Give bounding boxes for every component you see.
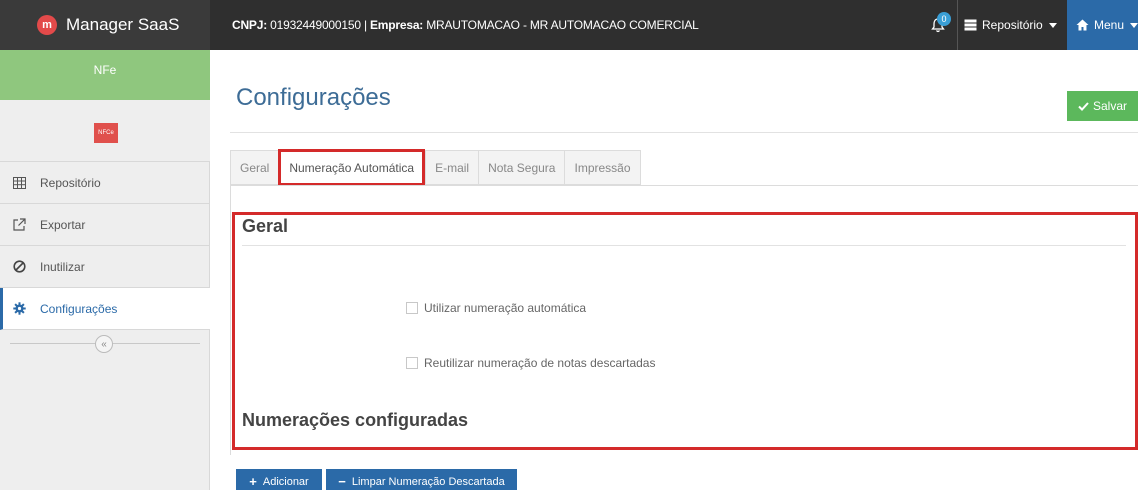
- sidebar-collapse-row: «: [0, 332, 210, 356]
- repository-dropdown-label: Repositório: [982, 18, 1043, 32]
- save-button-label: Salvar: [1092, 99, 1127, 113]
- clear-discarded-button[interactable]: − Limpar Numeração Descartada: [326, 469, 517, 490]
- brand[interactable]: m Manager SaaS: [0, 0, 210, 50]
- sidebar-item-repositorio[interactable]: Repositório: [0, 162, 210, 204]
- auto-numbering-label: Utilizar numeração automática: [424, 301, 587, 315]
- cnpj-label: CNPJ:: [232, 18, 268, 32]
- brand-name: Manager SaaS: [66, 15, 180, 34]
- menu-button-label: Menu: [1093, 18, 1124, 32]
- reuse-numbering-label: Reutilizar numeração de notas descartada…: [424, 356, 656, 370]
- sidebar: NFe NFCe Repositório Exportar Inutilizar…: [0, 50, 218, 490]
- brand-logo-icon: m: [37, 15, 57, 35]
- tab-numeracao-automatica[interactable]: Numeração Automática: [278, 149, 426, 186]
- notifications-button[interactable]: [920, 0, 955, 50]
- plus-icon: +: [249, 474, 257, 489]
- tab-nota-segura[interactable]: Nota Segura: [478, 150, 565, 185]
- add-button[interactable]: + Adicionar: [236, 469, 322, 490]
- nfe-tab[interactable]: NFe: [0, 50, 210, 100]
- settings-tabs: Geral Numeração Automática E-mail Nota S…: [230, 149, 641, 186]
- section-title-geral: Geral: [242, 216, 289, 236]
- sidebar-item-configuracoes[interactable]: Configurações: [0, 288, 218, 330]
- sidebar-item-label: Exportar: [40, 217, 86, 232]
- caret-down-icon: [1048, 22, 1057, 28]
- gear-icon: [12, 302, 26, 316]
- title-divider: [230, 132, 1138, 133]
- home-icon: [1076, 19, 1089, 31]
- caret-down-icon: [1130, 22, 1138, 28]
- double-chevron-left-icon: «: [101, 338, 107, 350]
- cnpj-value: 01932449000150: [270, 18, 361, 32]
- save-button[interactable]: Salvar: [1067, 91, 1138, 121]
- notification-count-badge: 0: [937, 12, 951, 26]
- auto-numbering-checkbox[interactable]: [406, 302, 418, 314]
- sidebar-item-inutilizar[interactable]: Inutilizar: [0, 246, 210, 288]
- nfce-button[interactable]: NFCe: [94, 123, 118, 143]
- page-title: Configurações: [236, 84, 391, 111]
- repository-dropdown[interactable]: Repositório: [958, 0, 1063, 50]
- clear-discarded-label: Limpar Numeração Descartada: [351, 475, 505, 488]
- empresa-value: MRAUTOMACAO - MR AUTOMACAO COMERCIAL: [426, 18, 699, 32]
- auto-numbering-option[interactable]: Utilizar numeração automática: [406, 301, 586, 315]
- reuse-numbering-checkbox[interactable]: [406, 357, 418, 369]
- sidebar-item-exportar[interactable]: Exportar: [0, 204, 210, 246]
- menu-button[interactable]: Menu: [1067, 0, 1138, 50]
- nfce-section: NFCe: [0, 100, 210, 162]
- tab-geral[interactable]: Geral: [230, 150, 279, 185]
- external-link-icon: [12, 218, 26, 232]
- top-bar: m Manager SaaS CNPJ: 01932449000150 | Em…: [0, 0, 1138, 50]
- collapse-sidebar-button[interactable]: «: [95, 335, 113, 353]
- check-icon: [1078, 101, 1089, 111]
- tab-email[interactable]: E-mail: [425, 150, 479, 185]
- company-info: CNPJ: 01932449000150 | Empresa: MRAUTOMA…: [232, 0, 699, 50]
- company-divider: |: [363, 18, 367, 32]
- tab-impressao[interactable]: Impressão: [564, 150, 641, 185]
- sidebar-item-label: Repositório: [40, 175, 101, 190]
- reuse-numbering-option[interactable]: Reutilizar numeração de notas descartada…: [406, 356, 655, 370]
- add-button-label: Adicionar: [262, 475, 309, 488]
- empresa-label: Empresa:: [370, 18, 424, 32]
- nfe-tab-label: NFe: [93, 63, 117, 77]
- minus-icon: −: [338, 474, 346, 489]
- table-icon: [12, 176, 26, 190]
- sidebar-item-label: Configurações: [40, 301, 118, 316]
- server-icon: [964, 19, 977, 31]
- sidebar-item-label: Inutilizar: [40, 259, 85, 274]
- ban-icon: [12, 260, 26, 274]
- section-divider: [242, 245, 1126, 246]
- section-title-numeracoes: Numerações configuradas: [242, 410, 469, 430]
